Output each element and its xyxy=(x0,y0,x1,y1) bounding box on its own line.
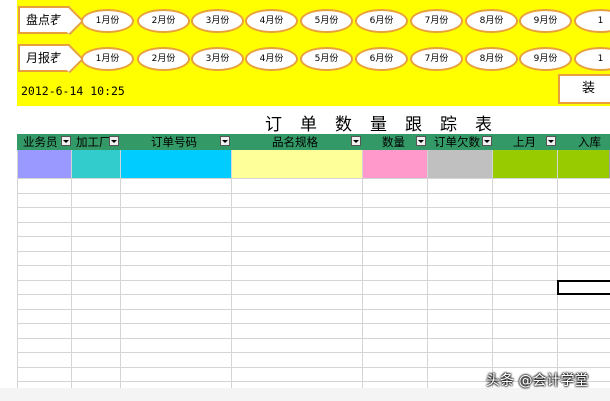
inventory-table-button[interactable]: 盘点表 xyxy=(18,6,70,34)
grid-line xyxy=(17,280,610,281)
column-header-product-spec: 品名规格 xyxy=(232,134,363,150)
active-cell[interactable] xyxy=(557,280,610,295)
column-label: 上月 xyxy=(513,135,536,149)
colored-cell-quantity[interactable] xyxy=(363,150,428,178)
colored-cell-product-spec[interactable] xyxy=(232,150,363,178)
grid-line xyxy=(17,193,610,194)
grid-line xyxy=(17,222,610,223)
grid-line xyxy=(17,352,610,353)
inventory-month-5[interactable]: 5月份 xyxy=(300,9,353,33)
inventory-month-1[interactable]: 1月份 xyxy=(81,9,134,33)
monthly-month-9[interactable]: 9月份 xyxy=(519,47,572,71)
watermark: 头条 @会计学堂 xyxy=(486,373,589,389)
filter-dropdown-icon[interactable] xyxy=(109,136,119,146)
filter-dropdown-icon[interactable] xyxy=(482,136,492,146)
grid-line xyxy=(17,309,610,310)
load-button[interactable]: 装 xyxy=(558,74,610,104)
column-label: 入库 xyxy=(578,135,601,149)
colored-cell-inbound[interactable] xyxy=(558,150,610,178)
inventory-month-9[interactable]: 9月份 xyxy=(519,9,572,33)
monthly-month-4[interactable]: 4月份 xyxy=(245,47,298,71)
filter-dropdown-icon[interactable] xyxy=(351,136,361,146)
column-header-order-number: 订单号码 xyxy=(121,134,232,150)
inventory-month-4[interactable]: 4月份 xyxy=(245,9,298,33)
monthly-month-3[interactable]: 3月份 xyxy=(191,47,244,71)
column-label: 订单号码 xyxy=(151,135,197,149)
column-label: 加工厂 xyxy=(76,135,111,149)
colored-cell-last-month[interactable] xyxy=(493,150,558,178)
current-datetime: 2012-6-14 10:25 xyxy=(21,84,125,98)
spreadsheet: 盘点表 1月份 2月份 3月份 4月份 5月份 6月份 7月份 8月份 9月份 … xyxy=(0,0,610,401)
filter-dropdown-icon[interactable] xyxy=(546,136,556,146)
column-header-inbound: 入库 xyxy=(558,134,610,150)
filter-dropdown-icon[interactable] xyxy=(61,136,71,146)
column-label: 品名规格 xyxy=(272,135,318,149)
grid-line xyxy=(17,251,610,252)
inventory-month-7[interactable]: 7月份 xyxy=(410,9,463,33)
grid-line xyxy=(17,178,610,179)
monthly-month-7[interactable]: 7月份 xyxy=(410,47,463,71)
monthly-month-5[interactable]: 5月份 xyxy=(300,47,353,71)
column-header-factory: 加工厂 xyxy=(72,134,121,150)
grid-line xyxy=(17,294,610,295)
monthly-month-2[interactable]: 2月份 xyxy=(137,47,190,71)
grid-line xyxy=(17,207,610,208)
monthly-month-1[interactable]: 1月份 xyxy=(81,47,134,71)
inventory-month-3[interactable]: 3月份 xyxy=(191,9,244,33)
grid-line xyxy=(17,338,610,339)
monthly-month-6[interactable]: 6月份 xyxy=(355,47,408,71)
filter-dropdown-icon[interactable] xyxy=(416,136,426,146)
colored-cell-salesperson[interactable] xyxy=(17,150,72,178)
grid-line xyxy=(17,236,610,237)
inventory-month-8[interactable]: 8月份 xyxy=(465,9,518,33)
column-header-order-shortfall: 订单欠数 xyxy=(428,134,493,150)
column-label: 数量 xyxy=(382,135,405,149)
inventory-month-6[interactable]: 6月份 xyxy=(355,9,408,33)
left-gutter xyxy=(0,0,17,401)
grid-line xyxy=(17,265,610,266)
colored-cell-order-shortfall[interactable] xyxy=(428,150,493,178)
grid-line xyxy=(17,323,610,324)
column-label: 业务员 xyxy=(23,135,58,149)
grid-line xyxy=(17,367,610,368)
colored-cell-order-number[interactable] xyxy=(121,150,232,178)
monthly-month-8[interactable]: 8月份 xyxy=(465,47,518,71)
column-header-last-month: 上月 xyxy=(493,134,558,150)
monthly-report-button[interactable]: 月报表 xyxy=(18,44,70,72)
filter-dropdown-icon[interactable] xyxy=(220,136,230,146)
inventory-month-2[interactable]: 2月份 xyxy=(137,9,190,33)
column-header-quantity: 数量 xyxy=(363,134,428,150)
column-header-salesperson: 业务员 xyxy=(17,134,72,150)
column-label: 订单欠数 xyxy=(434,135,480,149)
colored-cell-factory[interactable] xyxy=(72,150,121,178)
page-title: 订单数量跟踪表 xyxy=(265,115,510,135)
